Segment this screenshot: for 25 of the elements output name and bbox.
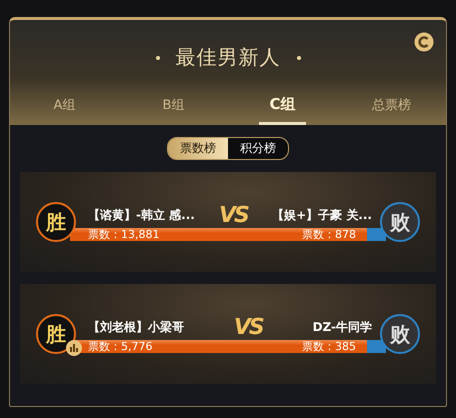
contestant-name: DZ-牛同学 [312,319,372,336]
vote-count: 票数：5,776 [88,339,152,354]
vote-count: 票数：878 [302,227,356,242]
vs-logo: VS [234,315,263,340]
ranking-option[interactable]: 积分榜 [228,138,288,159]
loser-avatar[interactable]: 败 [380,202,420,242]
vs-logo: VS [219,203,248,228]
chart-badge-icon [66,340,82,356]
panel-title: 最佳男新人 [176,44,280,71]
group-tab[interactable]: 总票榜 [362,89,421,125]
contestant-name: 【刘老根】小梁哥 [88,319,184,336]
ranking-option[interactable]: 票数榜 [168,138,228,159]
dot-icon [156,56,160,60]
dot-icon [296,56,300,60]
group-tab[interactable]: B组 [152,89,194,125]
coin-icon[interactable] [414,32,434,52]
group-tab[interactable]: A组 [44,89,86,125]
loser-avatar[interactable]: 败 [380,314,420,354]
vote-count: 票数：385 [302,339,356,354]
contestant-name: 【谘黄】-韩立 感... [88,207,195,224]
group-tab[interactable]: C组 [259,89,306,125]
contestant-name: 【娱+】子豪 关... [272,207,372,224]
vote-count: 票数：13,881 [88,227,160,242]
winner-avatar[interactable]: 胜 [36,202,76,242]
winner-avatar[interactable]: 胜 [36,314,76,354]
